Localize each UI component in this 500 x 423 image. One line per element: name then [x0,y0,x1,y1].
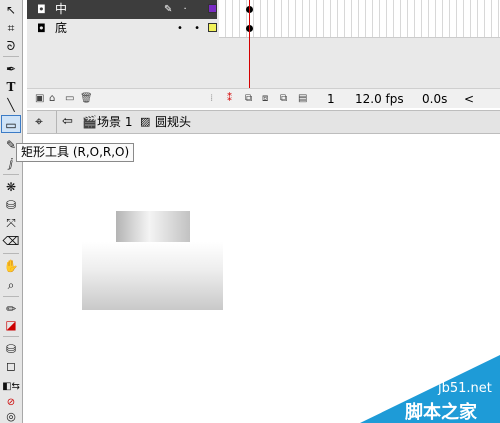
new-folder-icon[interactable]: ⌂ [49,89,55,109]
lasso-tool-icon[interactable]: ᘐ [1,37,21,55]
fill-color-swatch-icon[interactable]: ◻ [1,357,21,375]
deco-tool-icon[interactable]: ❋ [1,178,21,196]
selection-tool-icon[interactable]: ↖ [1,1,21,19]
folder-icon[interactable]: ▭ [65,89,74,109]
current-frame: 1 [327,92,335,106]
edit-multiple-frames-icon[interactable]: ⧉ [280,89,287,109]
tool-separator [3,56,19,57]
stage-icon[interactable]: ⌖ [35,111,43,133]
snap-magnet-icon[interactable]: ◎ [1,408,21,423]
eraser-tool-icon[interactable]: ⌫ [1,232,21,250]
tools-panel: ↖ ⌗ ᘐ ✒ T ╲ ▭ ✎ ⅉ ❋ ⛁ ⤧ ⌫ ✋ ⌕ ✏ ◪ ⛁ ◻ ◧⇆… [0,0,23,423]
line-tool-icon[interactable]: ╲ [1,96,21,114]
tool-separator [3,253,19,254]
stroke-color-swatch-icon[interactable]: ◪ [1,316,21,334]
edit-bar: ⌖ ⇦ 🎬 场景 1 ▨ 圆规头 [27,110,500,134]
layer-color-swatch[interactable] [208,23,217,32]
fill-bucket-icon[interactable]: ⛁ [1,340,21,358]
frame-rate[interactable]: 12.0 fps [355,89,404,109]
resize-handle-icon[interactable]: ⁞ [210,89,213,109]
tool-separator [3,174,19,175]
gradient-rectangle-top[interactable] [116,211,190,242]
elapsed-time: 0.0s [422,92,448,106]
layer-name: 中 [55,2,68,16]
timeline-status-bar: ▣ ⌂ ▭ 🗑 ⁞ ⁑ ⧉ ⧈ ⧉ ▤ 1 12.0 fps 0.0s < [27,88,500,108]
hand-tool-icon[interactable]: ✋ [1,257,21,275]
playhead[interactable] [249,0,250,102]
tool-separator [3,336,19,337]
modify-onion-markers-icon[interactable]: ▤ [298,89,307,109]
layer-color-swatch[interactable] [208,4,217,13]
layer-visibility-dots[interactable]: • • [177,19,204,38]
onion-skin-icon[interactable]: ⧉ [245,89,252,109]
timeline-panel: ◘ 中 ✎ · ◘ 底 • • ▣ ⌂ ▭ 🗑 ⁞ ⁑ ⧉ ⧈ ⧉ ▤ 1 12… [27,0,500,108]
layer-icon: ◘ [37,3,46,16]
scene-clapper-icon: 🎬 [82,115,97,129]
divider [56,111,57,133]
layer-row[interactable]: ◘ 中 ✎ · [27,0,217,19]
zoom-tool-icon[interactable]: ⌕ [1,276,21,294]
scroll-left-icon[interactable]: < [464,89,474,109]
onion-skin-outline-icon[interactable]: ⧈ [262,89,268,109]
center-frame-icon[interactable]: ⁑ [227,89,232,109]
new-layer-icon[interactable]: ▣ [35,89,44,109]
eyedropper-tool-icon[interactable]: ⤧ [1,214,21,232]
paint-bucket-tool-icon[interactable]: ⛁ [1,196,21,214]
layer-icon: ◘ [37,22,46,35]
symbol-breadcrumb[interactable]: 圆规头 [155,111,191,133]
pencil-edit-icon: ✎ · [164,4,191,15]
tooltip: 矩形工具 (R,O,R,O) [16,143,135,162]
symbol-graphic-icon: ▨ [140,115,151,128]
watermark-url: jb51.net [438,381,492,396]
frames-grid[interactable] [219,0,500,38]
tool-separator [3,296,19,297]
layer-name: 底 [55,21,68,35]
text-tool-icon[interactable]: T [1,78,21,96]
watermark-brand: 脚本之家 [405,402,477,423]
back-arrow-icon[interactable]: ⇦ [62,111,73,133]
free-transform-tool-icon[interactable]: ⌗ [1,19,21,37]
layer-row[interactable]: ◘ 底 • • [27,19,217,38]
delete-layer-icon[interactable]: 🗑 [80,89,93,109]
scene-breadcrumb[interactable]: 场景 1 [97,111,132,133]
gradient-rectangle-base[interactable] [82,242,223,310]
pen-tool-icon[interactable]: ✒ [1,60,21,78]
rectangle-tool-icon[interactable]: ▭ [1,115,21,133]
